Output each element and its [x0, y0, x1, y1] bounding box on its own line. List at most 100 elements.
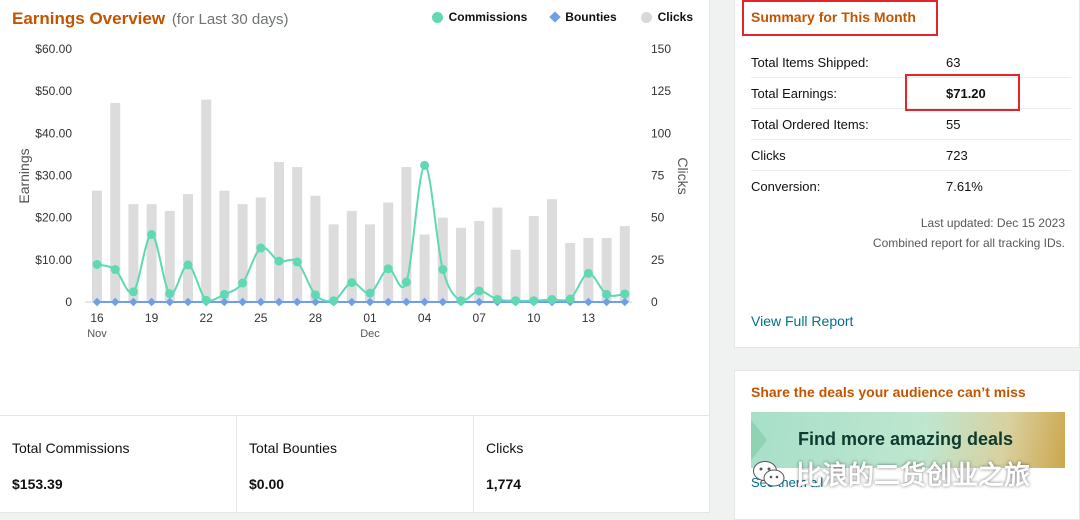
watermark: 比浪的二货创业之旅 — [752, 455, 1030, 492]
commissions-point — [492, 294, 502, 304]
clicks-bar — [274, 162, 284, 302]
summary-value: 63 — [946, 54, 961, 70]
commissions-dot-icon — [431, 11, 443, 23]
commissions-point — [292, 257, 302, 267]
y-left-tick-label: $30.00 — [35, 169, 72, 183]
commissions-point — [456, 296, 466, 306]
legend-commissions-label: Commissions — [448, 10, 528, 24]
total-bounties-cell: Total Bounties $0.00 — [237, 416, 474, 513]
commissions-line — [96, 164, 625, 303]
clicks-bar — [547, 199, 557, 302]
totals-row: Total Commissions $153.39 Total Bounties… — [0, 415, 710, 513]
commissions-point — [420, 160, 430, 170]
commissions-point — [128, 287, 138, 297]
clicks-bar — [146, 204, 157, 302]
clicks-bar — [328, 224, 339, 302]
deals-card: Share the deals your audience can’t miss… — [734, 370, 1080, 520]
y-right-tick-label: 50 — [651, 211, 665, 225]
y-left-tick-label: $40.00 — [35, 126, 72, 140]
view-full-report-link[interactable]: View Full Report — [751, 313, 853, 329]
legend-commissions[interactable]: Commissions — [431, 10, 528, 24]
total-clicks-cell: Clicks 1,774 — [474, 416, 710, 513]
total-bounties-label: Total Bounties — [249, 440, 337, 456]
commissions-point — [110, 265, 120, 275]
commissions-point — [310, 290, 320, 300]
summary-label: Total Ordered Items: — [751, 116, 869, 132]
commissions-point — [511, 296, 521, 306]
earnings-overview-card: Earnings Overview (for Last 30 days) Com… — [0, 0, 710, 513]
summary-row-conversion: Conversion: 7.61% — [751, 171, 1071, 202]
y-right-tick-label: 125 — [651, 84, 671, 98]
y-right-axis-title: Clicks — [675, 157, 691, 194]
clicks-bar — [510, 249, 521, 302]
clicks-bar — [292, 167, 303, 302]
commissions-point — [183, 260, 193, 270]
x-tick-label: 22 — [200, 311, 214, 325]
legend-bounties-label: Bounties — [565, 10, 617, 24]
total-commissions-label: Total Commissions — [12, 440, 130, 456]
earnings-subtitle: (for Last 30 days) — [171, 11, 289, 28]
summary-row-ordered-items: Total Ordered Items: 55 — [751, 109, 1071, 140]
commissions-point — [529, 296, 539, 306]
y-right-tick-label: 25 — [651, 253, 665, 267]
y-left-tick-label: $10.00 — [35, 253, 72, 267]
summary-table: Total Items Shipped: 63 Total Earnings: … — [751, 47, 1071, 202]
clicks-bar — [456, 227, 466, 302]
x-tick-label: 28 — [309, 311, 323, 325]
commissions-point — [256, 243, 266, 253]
clicks-bar — [383, 202, 394, 302]
total-earnings-highlight — [905, 74, 1020, 111]
commissions-point — [565, 294, 575, 304]
summary-value: 55 — [946, 116, 961, 132]
commissions-point — [329, 296, 339, 306]
clicks-bar — [528, 215, 539, 302]
total-bounties-value: $0.00 — [249, 476, 285, 492]
commissions-point — [274, 256, 284, 266]
bounties-diamond-icon — [549, 11, 561, 23]
summary-row-clicks: Clicks 723 — [751, 140, 1071, 171]
summary-label: Clicks — [751, 147, 786, 163]
clicks-bar — [437, 217, 448, 302]
clicks-bar — [92, 190, 102, 302]
last-updated-text: Last updated: Dec 15 2023 — [920, 216, 1065, 230]
x-tick-label: 07 — [473, 311, 487, 325]
x-tick-label: 13 — [582, 311, 596, 325]
y-right-tick-label: 75 — [651, 169, 665, 183]
summary-label: Total Items Shipped: — [751, 54, 869, 70]
commissions-point — [219, 289, 229, 299]
summary-label: Conversion: — [751, 179, 821, 194]
x-tick-label: 19 — [145, 311, 159, 325]
y-left-tick-label: $60.00 — [35, 42, 72, 56]
total-commissions-cell: Total Commissions $153.39 — [0, 416, 237, 513]
commissions-point — [365, 288, 375, 298]
earnings-overview-title: Earnings Overview (for Last 30 days) — [12, 9, 289, 29]
clicks-bar — [419, 234, 430, 302]
chart-legend: Commissions Bounties Clicks — [431, 10, 693, 24]
commissions-point — [347, 278, 357, 288]
y-left-axis-title: Earnings — [16, 148, 32, 203]
combined-report-note: Combined report for all tracking IDs. — [872, 236, 1065, 250]
summary-card: Summary for This Month Total Items Shipp… — [734, 0, 1080, 348]
x-tick-label: 25 — [254, 311, 268, 325]
legend-bounties[interactable]: Bounties — [549, 10, 617, 24]
commissions-point — [547, 294, 557, 304]
y-left-tick-label: $20.00 — [35, 211, 72, 225]
commissions-point — [238, 278, 248, 288]
commissions-point — [201, 295, 211, 305]
summary-value: 7.61% — [946, 179, 983, 194]
clicks-bar — [128, 204, 139, 302]
commissions-point — [474, 286, 484, 296]
clicks-bar — [310, 195, 321, 302]
clicks-bar — [183, 194, 193, 302]
y-right-tick-label: 150 — [651, 42, 671, 56]
commissions-point — [92, 259, 102, 269]
commissions-point — [620, 289, 630, 299]
y-right-tick-label: 100 — [651, 126, 671, 140]
x-tick-label: 10 — [527, 311, 541, 325]
commissions-point — [165, 289, 175, 299]
commissions-point — [401, 277, 411, 287]
watermark-text: 比浪的二货创业之旅 — [796, 460, 1031, 490]
clicks-bar — [346, 210, 357, 302]
legend-clicks[interactable]: Clicks — [640, 10, 693, 24]
clicks-bar — [219, 190, 230, 302]
